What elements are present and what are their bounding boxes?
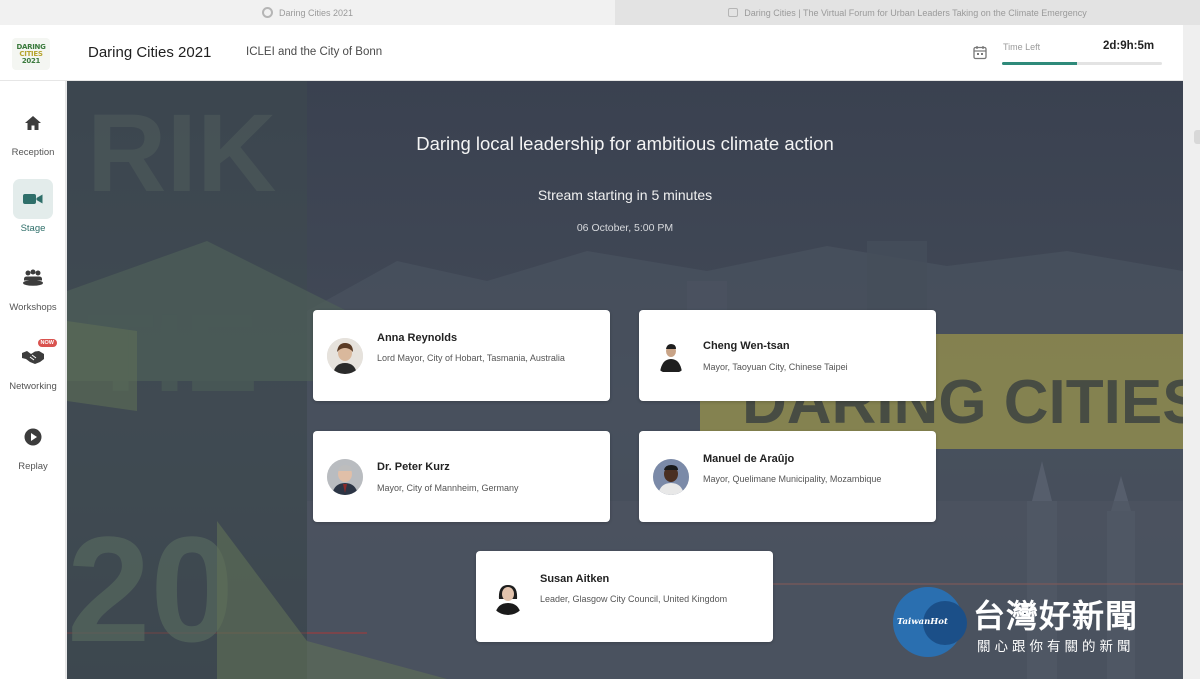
speaker-card[interactable]: Susan Aitken Leader, Glasgow City Counci…: [476, 551, 773, 642]
home-icon: [25, 116, 41, 130]
speaker-role: Leader, Glasgow City Council, United Kin…: [540, 594, 728, 604]
speaker-card[interactable]: Manuel de Araûjo Mayor, Quelimane Munici…: [639, 431, 936, 522]
sidebar-nav: Reception Stage Workshops NOW Networking…: [0, 81, 66, 679]
page-edge: [1183, 25, 1200, 679]
speaker-avatar: [327, 459, 363, 495]
daring-cities-logo[interactable]: DARING CITIES 2021: [12, 38, 50, 70]
globe-icon: [261, 7, 273, 18]
speaker-card[interactable]: Dr. Peter Kurz Mayor, City of Mannheim, …: [313, 431, 610, 522]
sidebar-item-label: Replay: [18, 461, 48, 472]
speaker-name: Manuel de Araûjo: [703, 453, 795, 465]
sidebar-item-label: Reception: [11, 147, 55, 158]
calendar-icon[interactable]: [973, 45, 987, 60]
watermark-title: 台灣好新聞: [973, 597, 1139, 635]
sidebar-item-workshops[interactable]: Workshops: [0, 258, 66, 313]
browser-tab-daring-cities[interactable]: Daring Cities 2021: [0, 0, 615, 25]
sidebar-item-reception[interactable]: Reception: [0, 103, 66, 158]
stage-title: Daring local leadership for ambitious cl…: [416, 133, 834, 154]
event-organizer: ICLEI and the City of Bonn: [246, 46, 383, 58]
speaker-name: Cheng Wen-tsan: [703, 340, 790, 352]
stream-status: Stream starting in 5 minutes: [537, 187, 713, 203]
speaker-name: Dr. Peter Kurz: [377, 461, 450, 473]
sidebar-item-stage[interactable]: Stage: [0, 179, 66, 234]
speaker-avatar: [490, 579, 526, 615]
sidebar-item-label: Workshops: [9, 302, 57, 313]
speaker-role: Mayor, Quelimane Municipality, Mozambiqu…: [703, 474, 882, 484]
watermark-subtitle: 關心跟你有關的新聞: [977, 639, 1135, 655]
speaker-card[interactable]: Cheng Wen-tsan Mayor, Taoyuan City, Chin…: [639, 310, 936, 401]
side-panel-handle[interactable]: [1194, 130, 1200, 144]
speaker-role: Mayor, City of Mannheim, Germany: [377, 483, 519, 493]
group-table-icon: [23, 269, 43, 286]
sidebar-item-networking[interactable]: NOW Networking: [0, 337, 66, 392]
sidebar-item-label: Stage: [20, 223, 46, 234]
speaker-avatar: [327, 338, 363, 374]
sidebar-item-label: Networking: [9, 381, 57, 392]
speaker-name: Susan Aitken: [540, 573, 610, 585]
speaker-card[interactable]: Anna Reynolds Lord Mayor, City of Hobart…: [313, 310, 610, 401]
video-camera-icon: [23, 194, 43, 204]
event-title: Daring Cities 2021: [88, 44, 212, 61]
speaker-avatar: [653, 338, 689, 374]
speaker-avatar: [653, 459, 689, 495]
stream-date: 06 October, 5:00 PM: [576, 222, 674, 234]
time-left-value: 2d:9h:5m: [1103, 40, 1155, 52]
now-badge: NOW: [37, 339, 57, 347]
svg-text:20: 20: [67, 505, 234, 673]
page-icon: [728, 8, 739, 17]
play-circle-icon: [24, 428, 42, 446]
time-left-progress-fill: [1002, 62, 1078, 65]
browser-tab-title: Daring Cities 2021: [278, 7, 354, 18]
speaker-role: Lord Mayor, City of Hobart, Tasmania, Au…: [377, 353, 565, 363]
watermark-brand: TaiwanHot: [897, 617, 948, 627]
browser-tab-virtual-forum[interactable]: Daring Cities | The Virtual Forum for Ur…: [615, 0, 1200, 25]
browser-tab-title: Daring Cities | The Virtual Forum for Ur…: [744, 7, 1087, 18]
speaker-name: Anna Reynolds: [377, 332, 458, 344]
browser-tab-strip: Daring Cities 2021 Daring Cities | The V…: [0, 0, 1200, 25]
speaker-role: Mayor, Taoyuan City, Chinese Taipei: [703, 362, 848, 372]
sidebar-item-replay[interactable]: Replay: [0, 417, 66, 472]
taiwanhot-watermark: TaiwanHot 台灣好新聞 關心跟你有關的新聞: [893, 587, 1185, 657]
time-left-label: Time Left: [1003, 42, 1041, 52]
time-left-progress-bar: [1002, 62, 1162, 65]
handshake-icon: [22, 351, 44, 364]
app-header: DARING CITIES 2021 Daring Cities 2021 IC…: [0, 25, 1183, 81]
